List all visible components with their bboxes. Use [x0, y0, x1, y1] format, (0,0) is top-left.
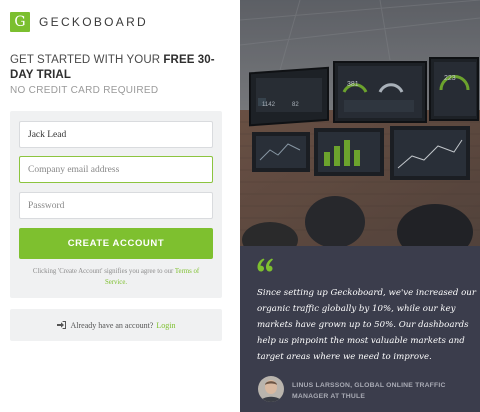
- brand-name: GECKOBOARD: [39, 15, 149, 29]
- signup-panel: G GECKOBOARD GET STARTED WITH YOUR FREE …: [0, 0, 240, 412]
- sign-in-icon: [56, 321, 66, 329]
- geckoboard-logo: G: [10, 12, 30, 32]
- testimonial-author: LINUS LARSSON, GLOBAL ONLINE TRAFFIC MAN…: [292, 382, 446, 400]
- login-prompt: Already have an account? Login: [10, 309, 222, 341]
- name-field[interactable]: [19, 121, 213, 148]
- quote-icon: [257, 258, 273, 272]
- testimonial-panel: 1142 82 381 223 Since setting up Geckobo…: [240, 0, 480, 412]
- email-field[interactable]: [19, 156, 213, 183]
- office-dashboard-photo: 1142 82 381 223: [240, 0, 480, 246]
- logo-letter: G: [14, 14, 26, 30]
- password-field[interactable]: [19, 192, 213, 219]
- page-subheadline: NO CREDIT CARD REQUIRED: [10, 85, 159, 96]
- login-link[interactable]: Login: [156, 321, 175, 330]
- brand[interactable]: G GECKOBOARD: [10, 12, 148, 32]
- page-headline: GET STARTED WITH YOUR FREE 30-DAY TRIAL: [10, 53, 232, 83]
- signup-form: CREATE ACCOUNT Clicking 'Create Account'…: [10, 111, 222, 298]
- terms-text: Clicking 'Create Account' signifies you …: [32, 268, 174, 275]
- author-avatar: [258, 376, 284, 402]
- login-question: Already have an account?: [70, 320, 154, 330]
- testimonial-quote: Since setting up Geckoboard, we've incre…: [257, 288, 476, 362]
- headline-prefix: GET STARTED WITH YOUR: [10, 54, 161, 66]
- terms-notice: Clicking 'Create Account' signifies you …: [22, 267, 210, 288]
- create-account-button[interactable]: CREATE ACCOUNT: [19, 228, 213, 259]
